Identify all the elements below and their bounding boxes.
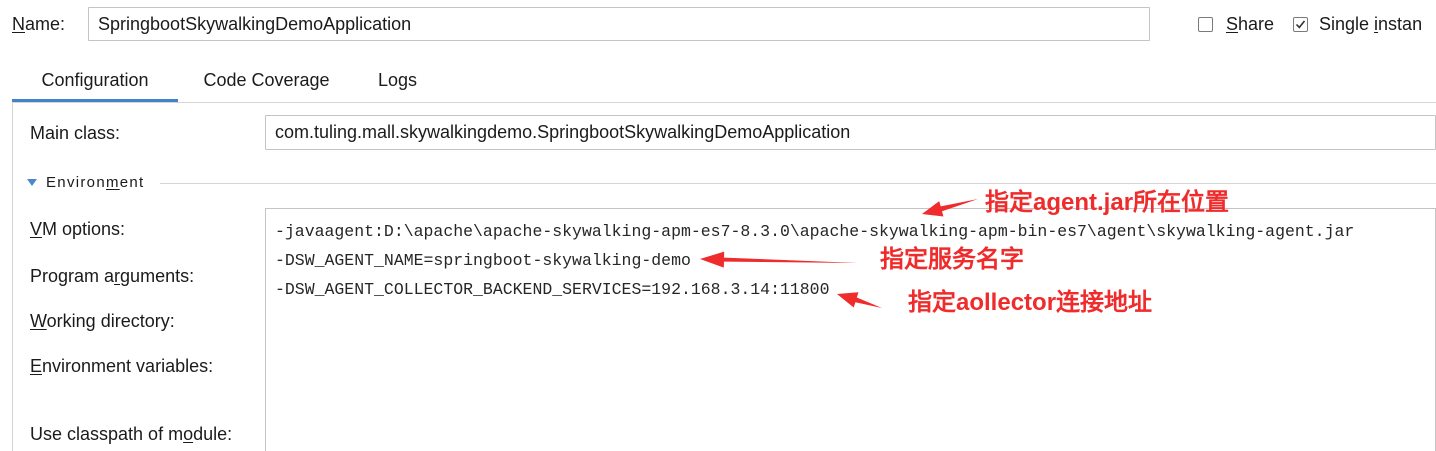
share-checkbox[interactable]: [1198, 17, 1213, 32]
annotation-collector-note: 指定aollector连接地址: [908, 289, 1153, 316]
share-label[interactable]: Share: [1226, 12, 1274, 36]
mnemonic-letter: N: [12, 14, 25, 34]
single-instance-label[interactable]: Single instan: [1319, 12, 1436, 36]
mnemonic-letter: W: [30, 311, 47, 331]
mnemonic-letter: m: [105, 174, 120, 191]
tab-strip-divider: [12, 102, 1436, 103]
mnemonic-letter: o: [183, 424, 194, 444]
environment-section-title[interactable]: Environment: [46, 173, 145, 193]
annotation-agent-jar-note: 指定agent.jar所在位置: [985, 189, 1230, 216]
name-label: Name:: [12, 14, 66, 34]
mnemonic-letter: V: [30, 219, 43, 239]
tab-configuration[interactable]: Configuration: [12, 62, 178, 102]
program-arguments-label: Program arguments:: [30, 266, 195, 286]
vm-option-line[interactable]: -DSW_AGENT_COLLECTOR_BACKEND_SERVICES=19…: [275, 275, 1435, 304]
environment-variables-label: Environment variables:: [30, 356, 214, 376]
checkmark-icon: [1295, 20, 1306, 29]
vm-options-label: VM options:: [30, 219, 126, 239]
mnemonic-letter: i: [1374, 14, 1379, 34]
panel-left-border: [12, 102, 13, 451]
name-input[interactable]: [88, 7, 1150, 41]
vm-option-line[interactable]: -DSW_AGENT_NAME=springboot-skywalking-de…: [275, 246, 1435, 275]
working-directory-label: Working directory:: [30, 311, 175, 331]
section-divider: [160, 183, 1436, 184]
use-classpath-label: Use classpath of module:: [30, 424, 233, 444]
mnemonic-letter: S: [1226, 14, 1239, 34]
run-configuration-dialog: Name: Share Single instan Configuration …: [0, 0, 1436, 451]
main-class-input[interactable]: [265, 115, 1436, 150]
triangle-down-icon[interactable]: [27, 179, 37, 187]
tab-logs[interactable]: Logs: [355, 62, 440, 102]
main-class-label: Main class:: [30, 123, 121, 143]
mnemonic-letter: r: [114, 266, 121, 286]
single-instance-checkbox[interactable]: [1293, 17, 1308, 32]
mnemonic-letter: E: [30, 356, 43, 376]
vm-option-line[interactable]: -javaagent:D:\apache\apache-skywalking-a…: [275, 217, 1435, 246]
vm-options-editor[interactable]: -javaagent:D:\apache\apache-skywalking-a…: [265, 208, 1436, 451]
tab-code-coverage[interactable]: Code Coverage: [178, 62, 355, 102]
annotation-service-name-note: 指定服务名字: [880, 246, 1024, 273]
